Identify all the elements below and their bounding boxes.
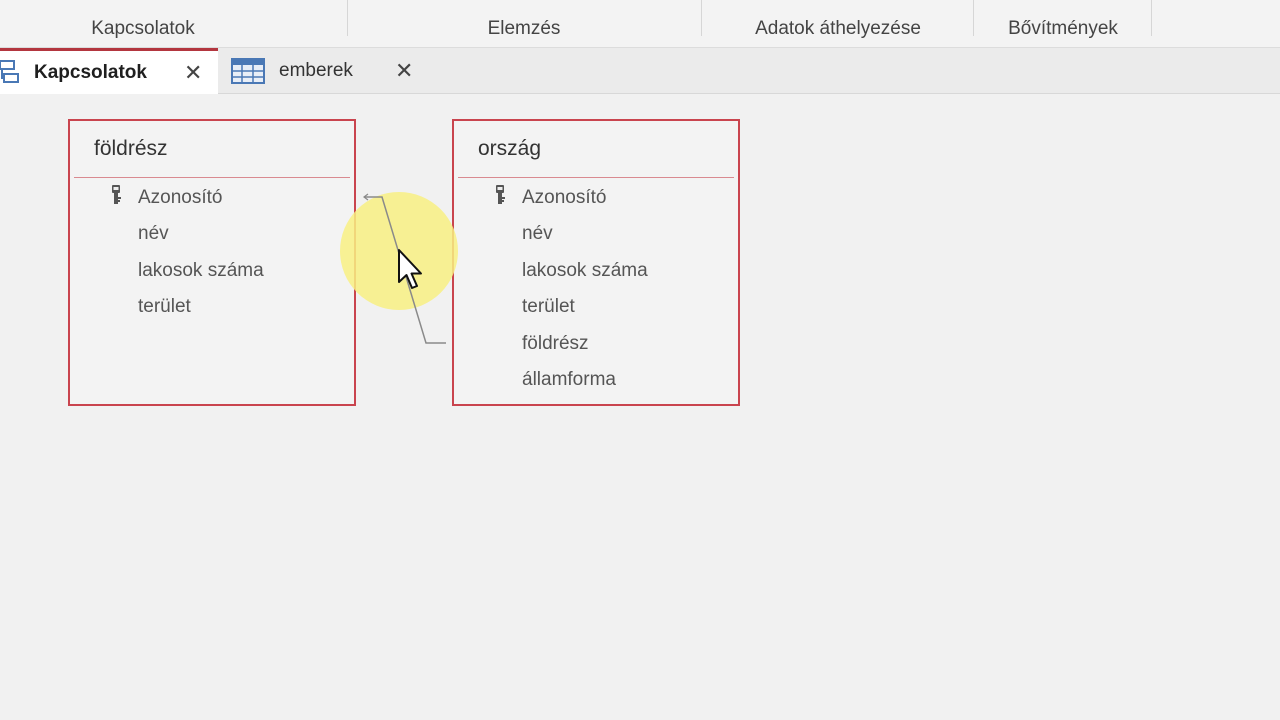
mouse-pointer-icon xyxy=(398,249,422,289)
relationship-line[interactable] xyxy=(0,0,1280,720)
